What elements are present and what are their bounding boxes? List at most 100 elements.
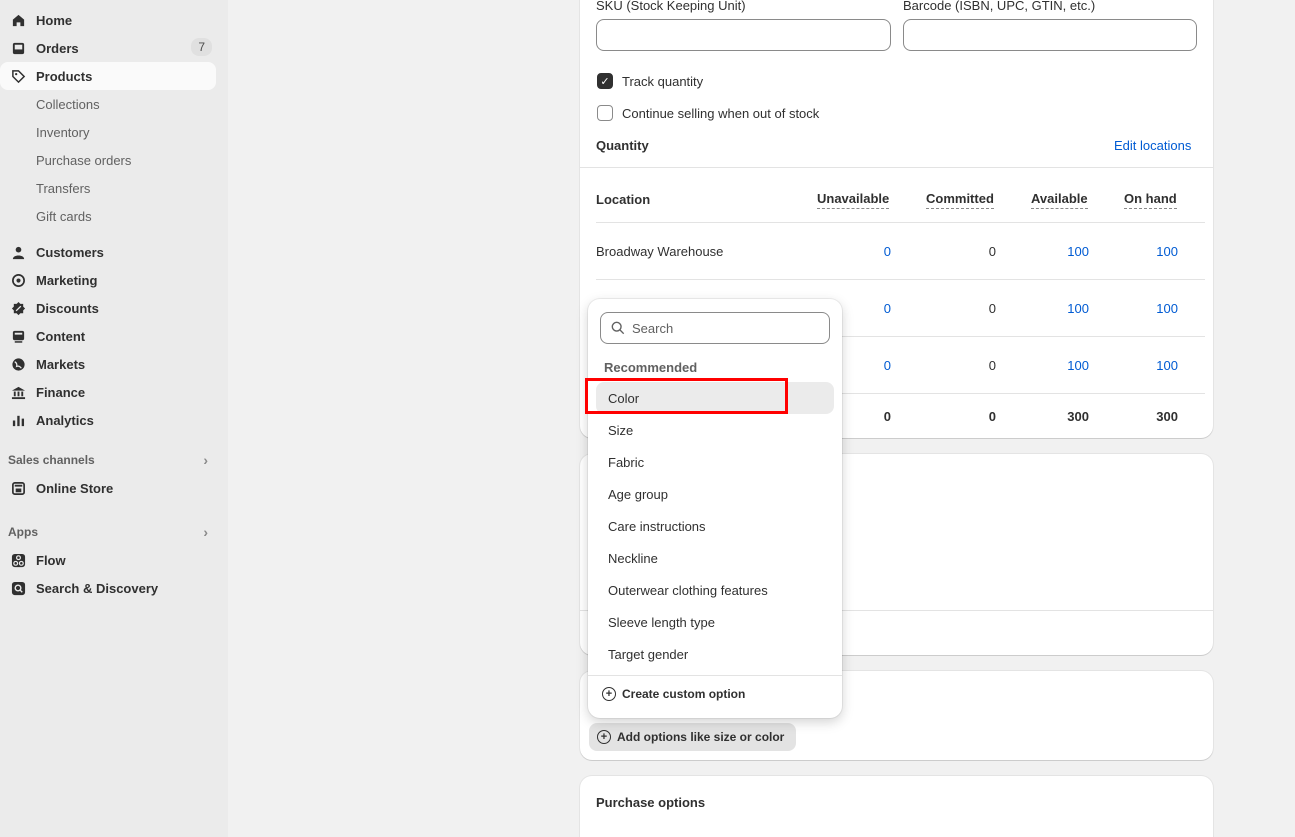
store-icon: [8, 478, 28, 498]
total-available: 300: [1067, 409, 1089, 424]
nav-gift-cards[interactable]: Gift cards: [36, 202, 92, 230]
purchase-options-heading: Purchase options: [596, 795, 706, 810]
apps-header[interactable]: Apps ›: [8, 520, 208, 544]
row-committed: 0: [988, 301, 996, 316]
chevron-right-icon: ›: [203, 452, 208, 468]
nav-finance-label: Finance: [36, 384, 86, 400]
divider: [588, 675, 842, 676]
plus-circle-icon: +: [597, 730, 611, 744]
nav-finance[interactable]: Finance: [0, 378, 216, 406]
row-committed: 0: [988, 244, 996, 259]
quantity-heading: Quantity: [596, 138, 649, 153]
search-discovery-icon: [8, 578, 28, 598]
nav-orders[interactable]: Orders 7: [0, 34, 216, 62]
option-target-gender[interactable]: Target gender: [596, 638, 834, 670]
nav-purchase-orders[interactable]: Purchase orders: [36, 146, 131, 174]
nav-products[interactable]: Products: [0, 62, 216, 90]
nav-collections[interactable]: Collections: [36, 90, 100, 118]
nav-content[interactable]: Content: [0, 322, 216, 350]
col-available[interactable]: Available: [1031, 191, 1088, 209]
row-on-hand[interactable]: 100: [1118, 301, 1178, 316]
option-care-instructions[interactable]: Care instructions: [596, 510, 834, 542]
col-on-hand[interactable]: On hand: [1124, 191, 1177, 209]
person-icon: [8, 242, 28, 262]
sales-channels-label: Sales channels: [8, 453, 95, 467]
barcode-input[interactable]: [903, 19, 1197, 51]
create-custom-option-button[interactable]: + Create custom option: [602, 687, 745, 701]
nav-transfers[interactable]: Transfers: [36, 174, 90, 202]
create-custom-option-label: Create custom option: [622, 687, 746, 701]
option-size[interactable]: Size: [596, 414, 834, 446]
nav-home-label: Home: [36, 12, 73, 28]
continue-selling-checkbox[interactable]: [597, 105, 613, 121]
divider: [596, 279, 1205, 280]
nav-online-store-label: Online Store: [36, 480, 114, 496]
continue-selling-label: Continue selling when out of stock: [622, 106, 820, 121]
option-outerwear-features[interactable]: Outerwear clothing features: [596, 574, 834, 606]
nav-orders-label: Orders: [36, 40, 79, 56]
barcode-label: Barcode (ISBN, UPC, GTIN, etc.): [903, 0, 1096, 13]
row-on-hand[interactable]: 100: [1118, 244, 1178, 259]
sku-label: SKU (Stock Keeping Unit): [596, 0, 746, 13]
target-icon: [8, 270, 28, 290]
nav-home[interactable]: Home: [0, 6, 216, 34]
add-options-button[interactable]: + Add options like size or color: [589, 723, 797, 751]
divider: [580, 167, 1213, 168]
option-age-group[interactable]: Age group: [596, 478, 834, 510]
sku-input[interactable]: [596, 19, 891, 51]
edit-locations-link[interactable]: Edit locations: [1114, 138, 1191, 153]
nav-marketing[interactable]: Marketing: [0, 266, 216, 294]
row-available[interactable]: 100: [1029, 244, 1089, 259]
nav-analytics-label: Analytics: [36, 412, 94, 428]
col-unavailable[interactable]: Unavailable: [817, 191, 890, 209]
nav-flow[interactable]: Flow: [0, 546, 216, 574]
option-fabric[interactable]: Fabric: [596, 446, 834, 478]
total-committed: 0: [988, 409, 996, 424]
option-name-dropdown: Search Recommended Color Size Fabric Age…: [588, 299, 842, 718]
recommended-heading: Recommended: [604, 360, 698, 375]
apps-label: Apps: [8, 525, 38, 539]
add-options-label: Add options like size or color: [617, 730, 785, 744]
col-committed[interactable]: Committed: [926, 191, 994, 209]
nav-search-discovery-label: Search & Discovery: [36, 580, 159, 596]
orders-count-badge: 7: [191, 38, 212, 56]
sidebar: Home Orders 7 Products Collections Inven…: [0, 0, 228, 837]
nav-markets-label: Markets: [36, 356, 86, 372]
nav-content-label: Content: [36, 328, 86, 344]
chevron-right-icon: ›: [203, 524, 208, 540]
nav-customers[interactable]: Customers: [0, 238, 216, 266]
option-sleeve-length[interactable]: Sleeve length type: [596, 606, 834, 638]
bar-chart-icon: [8, 410, 28, 430]
search-icon: [611, 321, 625, 335]
nav-discounts[interactable]: Discounts: [0, 294, 216, 322]
highlight-box: [585, 378, 788, 414]
nav-online-store[interactable]: Online Store: [0, 474, 216, 502]
option-neckline[interactable]: Neckline: [596, 542, 834, 574]
total-on-hand: 300: [1156, 409, 1178, 424]
orders-icon: [8, 38, 28, 58]
flow-icon: [8, 550, 28, 570]
row-available[interactable]: 100: [1029, 301, 1089, 316]
row-location: Broadway Warehouse: [596, 244, 724, 259]
track-quantity-checkbox[interactable]: ✓: [597, 73, 613, 89]
plus-circle-icon: +: [602, 687, 616, 701]
nav-customers-label: Customers: [36, 244, 104, 260]
nav-inventory[interactable]: Inventory: [36, 118, 89, 146]
sales-channels-header[interactable]: Sales channels ›: [8, 448, 208, 472]
row-unavailable[interactable]: 0: [831, 244, 891, 259]
row-on-hand[interactable]: 100: [1118, 358, 1178, 373]
option-search-input[interactable]: Search: [600, 312, 830, 344]
nav-products-label: Products: [36, 68, 93, 84]
nav-marketing-label: Marketing: [36, 272, 98, 288]
home-icon: [8, 10, 28, 30]
nav-markets[interactable]: Markets: [0, 350, 216, 378]
divider: [596, 222, 1205, 223]
nav-analytics[interactable]: Analytics: [0, 406, 216, 434]
tag-icon: [8, 66, 28, 86]
search-placeholder: Search: [632, 320, 674, 336]
nav-search-discovery[interactable]: Search & Discovery: [0, 574, 216, 602]
track-quantity-label: Track quantity: [622, 74, 704, 89]
discount-icon: [8, 298, 28, 318]
bank-icon: [8, 382, 28, 402]
row-available[interactable]: 100: [1029, 358, 1089, 373]
